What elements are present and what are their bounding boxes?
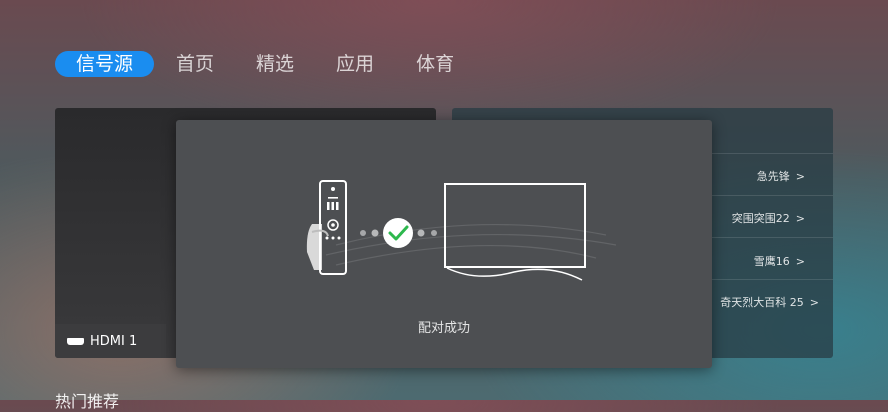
tv-icon xyxy=(444,183,586,281)
tab-source[interactable]: 信号源 xyxy=(55,51,155,77)
swoosh-decoration xyxy=(325,223,617,266)
hdmi-input-bar[interactable]: HDMI 1 xyxy=(55,324,166,358)
remote-hand-icon xyxy=(306,180,347,275)
list-divider xyxy=(712,153,833,154)
chevron-right-icon: > xyxy=(795,170,805,183)
chevron-right-icon: > xyxy=(795,212,805,225)
list-divider xyxy=(712,279,833,280)
pairing-dialog: 配对成功 xyxy=(176,120,712,368)
chevron-right-icon: > xyxy=(795,255,805,268)
list-item[interactable]: 奇天烈大百科 25 > xyxy=(720,294,819,310)
chevron-right-icon: > xyxy=(809,296,819,309)
list-divider xyxy=(712,237,833,238)
section-title: 热门推荐 xyxy=(55,392,120,411)
list-item[interactable]: 突围突围22 > xyxy=(732,210,805,226)
top-nav-tabs: 信号源 首页 精选 应用 体育 xyxy=(55,51,496,77)
tab-apps[interactable]: 应用 xyxy=(336,51,374,77)
pairing-status-text: 配对成功 xyxy=(417,321,470,336)
tab-home[interactable]: 首页 xyxy=(176,51,214,77)
pairing-illustration xyxy=(306,180,617,281)
list-divider xyxy=(712,195,833,196)
check-circle-icon xyxy=(383,218,413,248)
tab-sports[interactable]: 体育 xyxy=(416,51,454,77)
hdmi-icon xyxy=(67,337,84,345)
list-item[interactable]: 急先锋 > xyxy=(757,168,805,184)
hdmi-label: HDMI 1 xyxy=(90,333,138,349)
list-item[interactable]: 雪鹰16 > xyxy=(754,253,805,269)
tab-featured[interactable]: 精选 xyxy=(256,51,294,77)
